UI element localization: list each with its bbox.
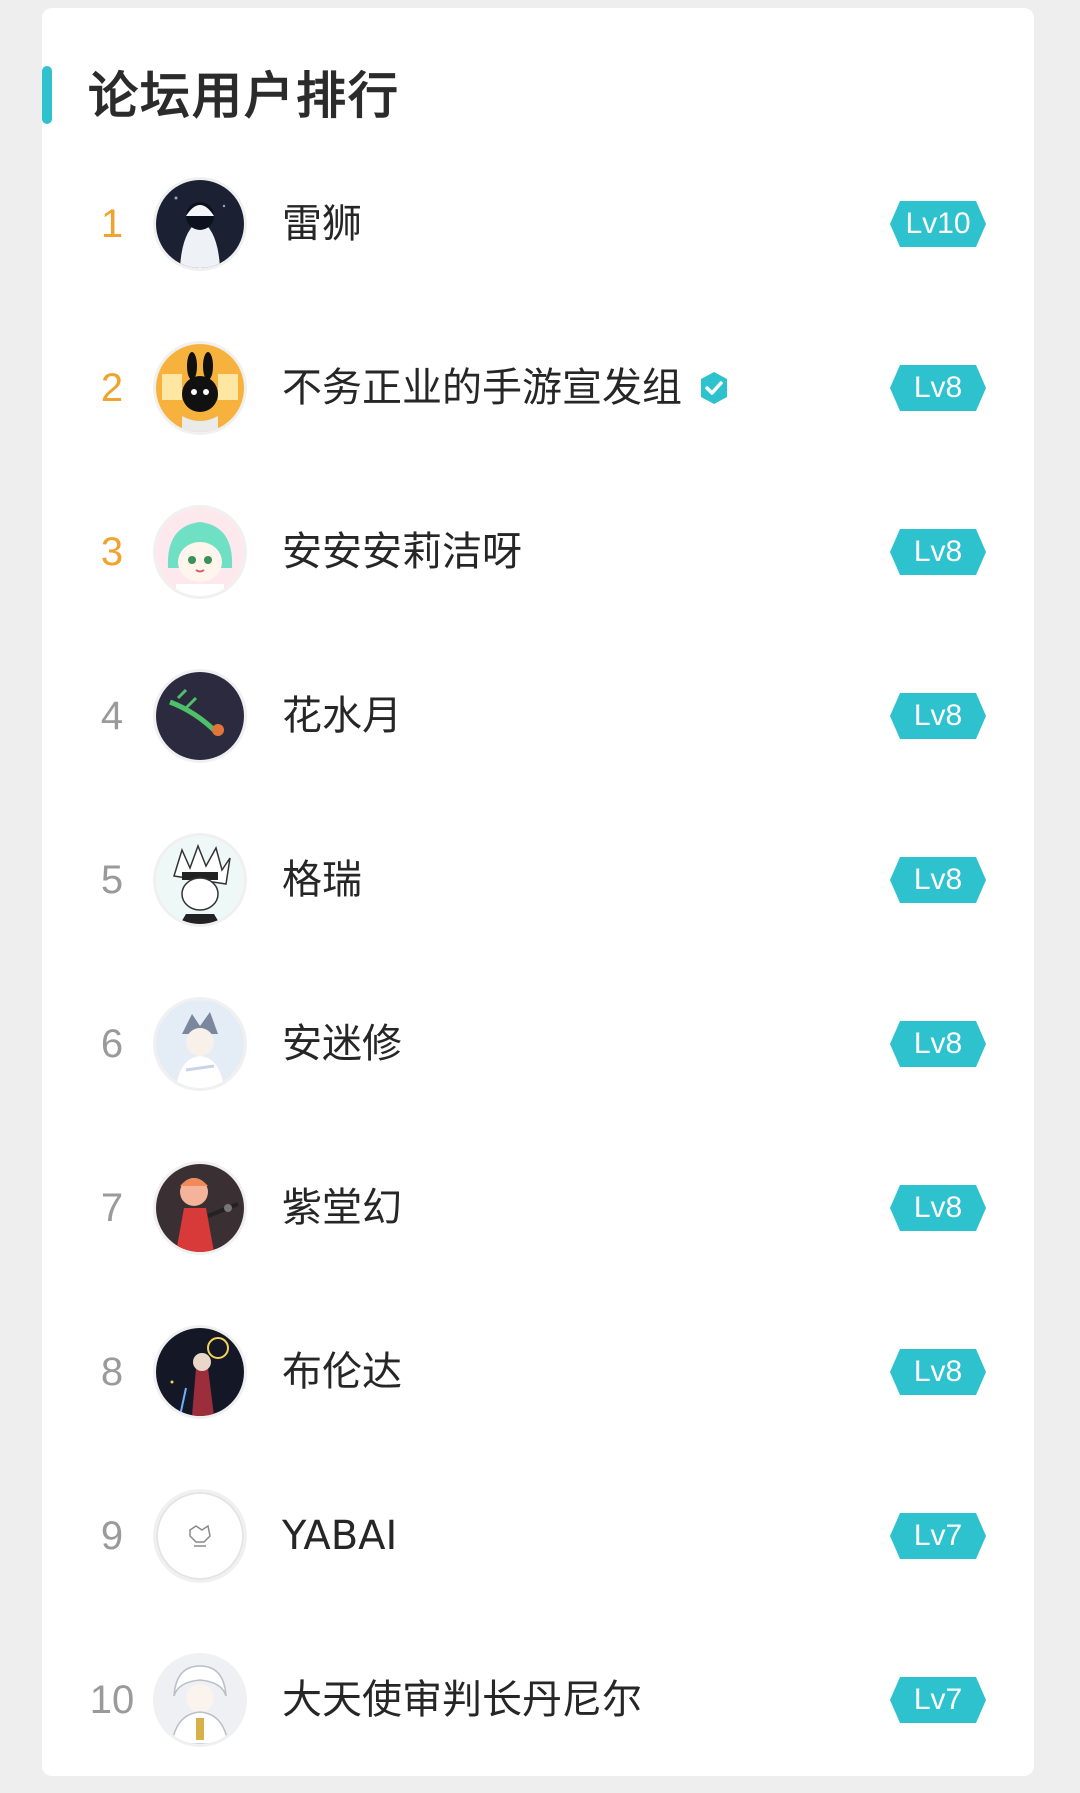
rank-number: 5 — [100, 858, 124, 902]
username[interactable]: 大天使审判长丹尼尔 — [282, 1668, 642, 1732]
avatar[interactable] — [156, 1656, 244, 1744]
level-badge: Lv8 — [890, 857, 986, 903]
rank-number: 6 — [100, 1022, 124, 1066]
avatar-white-angel-icon — [156, 1656, 244, 1744]
username[interactable]: 不务正业的手游宣发组 — [282, 356, 732, 420]
user-row[interactable]: 5 格瑞 Lv8 — [42, 798, 1034, 962]
user-row[interactable]: 3 安安安莉洁呀 Lv8 — [42, 470, 1034, 634]
level-badge: Lv8 — [890, 1021, 986, 1067]
avatar-green-hair-girl-icon — [156, 508, 244, 596]
user-row[interactable]: 4 花水月 Lv8 — [42, 634, 1034, 798]
level-badge: Lv8 — [890, 529, 986, 575]
avatar[interactable] — [156, 1000, 244, 1088]
level-badge: Lv8 — [890, 1185, 986, 1231]
page-title: 论坛用户排行 — [88, 67, 400, 125]
user-row[interactable]: 6 安迷修 Lv8 — [42, 962, 1034, 1126]
user-row[interactable]: 2 不务正业的手游宣发组 Lv8 — [42, 306, 1034, 470]
avatar-white-hair-sketch-icon — [156, 836, 244, 924]
avatar-red-dress-girl-icon — [156, 1164, 244, 1252]
user-row[interactable]: 8 布伦达 Lv8 — [42, 1290, 1034, 1454]
rank-number: 10 — [89, 1678, 135, 1722]
rank-number: 3 — [100, 530, 124, 574]
rank-number: 7 — [100, 1186, 124, 1230]
avatar-light-character-icon — [156, 1000, 244, 1088]
avatar-white-logo-icon — [156, 1492, 244, 1580]
user-row[interactable]: 1 雷狮 Lv10 — [42, 142, 1034, 306]
level-badge: Lv8 — [890, 1349, 986, 1395]
level-badge: Lv7 — [890, 1677, 986, 1723]
username[interactable]: 安迷修 — [282, 1012, 402, 1076]
header-accent-bar — [42, 66, 52, 124]
rank-number: 2 — [100, 366, 124, 410]
username[interactable]: 布伦达 — [282, 1340, 402, 1404]
level-badge: Lv7 — [890, 1513, 986, 1559]
rank-number: 4 — [100, 694, 124, 738]
username[interactable]: 紫堂幻 — [282, 1176, 402, 1240]
avatar-hooded-figure-icon — [156, 180, 244, 268]
avatar-black-bunny-icon — [156, 344, 244, 432]
avatar[interactable] — [156, 672, 244, 760]
avatar[interactable] — [156, 508, 244, 596]
avatar[interactable] — [156, 1492, 244, 1580]
username[interactable]: 格瑞 — [282, 848, 362, 912]
avatar[interactable] — [156, 836, 244, 924]
username[interactable]: 雷狮 — [282, 192, 362, 256]
avatar[interactable] — [156, 1164, 244, 1252]
avatar[interactable] — [156, 1328, 244, 1416]
username[interactable]: 花水月 — [282, 684, 402, 748]
level-badge: Lv8 — [890, 693, 986, 739]
rank-number: 9 — [100, 1514, 124, 1558]
level-badge: Lv10 — [890, 201, 986, 247]
rank-number: 8 — [100, 1350, 124, 1394]
ranking-card: 论坛用户排行 1 雷狮 Lv10 2 不务正业的手游宣发组 Lv8 3 安安安莉… — [42, 8, 1034, 1776]
username[interactable]: YABAI — [282, 1504, 397, 1568]
avatar-night-figure-icon — [156, 1328, 244, 1416]
level-badge: Lv8 — [890, 365, 986, 411]
username[interactable]: 安安安莉洁呀 — [282, 520, 522, 584]
rank-number: 1 — [100, 202, 124, 246]
section-header: 论坛用户排行 — [42, 60, 1034, 132]
verified-badge-icon — [701, 372, 727, 404]
avatar[interactable] — [156, 344, 244, 432]
avatar[interactable] — [156, 180, 244, 268]
user-row[interactable]: 9 YABAI Lv7 — [42, 1454, 1034, 1618]
user-row[interactable]: 10 大天使审判长丹尼尔 Lv7 — [42, 1618, 1034, 1782]
avatar-dark-plant-icon — [156, 672, 244, 760]
user-row[interactable]: 7 紫堂幻 Lv8 — [42, 1126, 1034, 1290]
